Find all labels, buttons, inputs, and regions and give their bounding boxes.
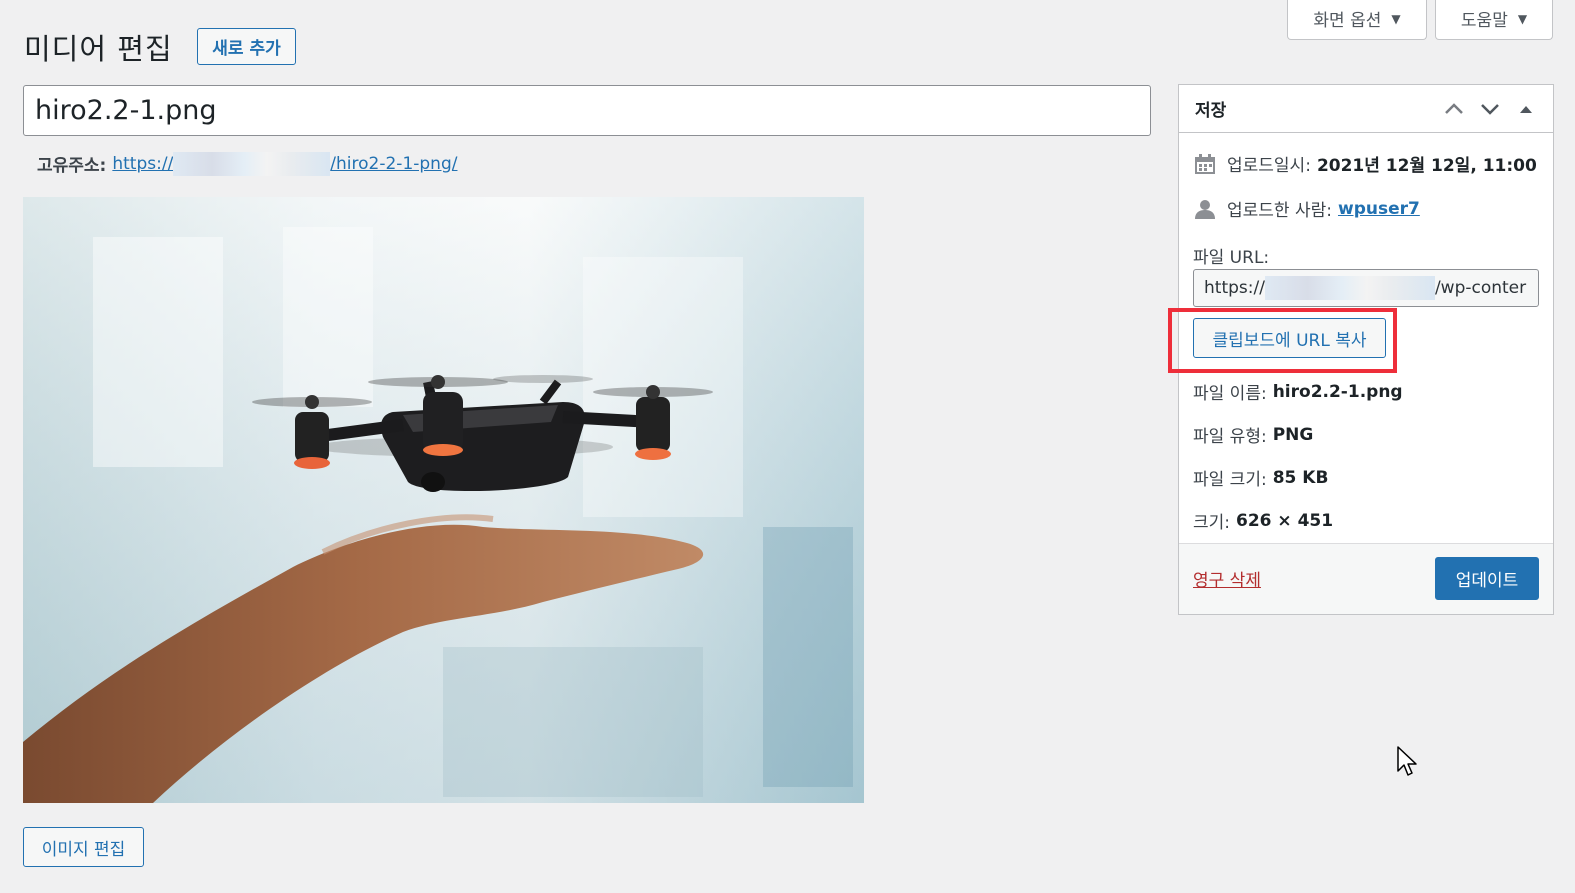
caret-down-icon: ▼ xyxy=(1391,11,1401,26)
file-url-label-text: 파일 URL: xyxy=(1193,248,1270,268)
file-type-row: 파일 유형: PNG xyxy=(1193,422,1314,448)
file-name-row: 파일 이름: hiro2.2-1.png xyxy=(1193,379,1403,405)
file-type-label: 파일 유형: xyxy=(1193,427,1267,447)
user-icon xyxy=(1193,197,1217,221)
file-size-label: 파일 크기: xyxy=(1193,470,1267,490)
file-url-label: 파일 URL: xyxy=(1193,243,1269,268)
dimensions-label: 크기: xyxy=(1193,513,1231,533)
caret-down-icon: ▼ xyxy=(1517,11,1528,26)
dimensions-value: 626 × 451 xyxy=(1236,510,1334,531)
media-image xyxy=(23,197,864,803)
file-url-field[interactable]: https://​ /wp-conter xyxy=(1193,269,1539,307)
mouse-cursor-icon xyxy=(1396,745,1418,781)
file-name-label: 파일 이름: xyxy=(1193,384,1267,404)
file-size-value: 85 KB xyxy=(1272,467,1329,488)
file-name-value: hiro2.2-1.png xyxy=(1272,381,1403,402)
chevron-up-icon[interactable] xyxy=(1443,98,1465,120)
uploaded-by-label: 업로드한 사람: xyxy=(1227,201,1332,221)
uploaded-on-label: 업로드일시: xyxy=(1227,156,1311,176)
permalink-link[interactable]: https:// /hiro2-2-1-png/ xyxy=(112,151,458,176)
permalink-link-end: /hiro2-2-1-png/ xyxy=(330,153,458,174)
highlight-box xyxy=(1168,308,1397,373)
title-input[interactable]: hiro2.2-1.png xyxy=(23,85,1151,136)
uploaded-on-row: 업로드일시: 2021년 12월 12일, 11:00 xyxy=(1193,151,1537,176)
edit-image-button[interactable]: 이미지 편집 xyxy=(23,827,144,867)
permalink: 고유주소: https:// /hiro2-2-1-png/ xyxy=(37,151,457,176)
uploaded-by-row: 업로드한 사람: wpuser7 xyxy=(1193,196,1420,221)
file-url-end: /wp-conter xyxy=(1434,278,1527,298)
delete-permanently-link[interactable]: 영구 삭제 xyxy=(1193,566,1261,591)
help-tab[interactable]: 도움말 ▼ xyxy=(1435,0,1553,40)
update-button[interactable]: 업데이트 xyxy=(1435,557,1539,600)
collapse-triangle-icon[interactable] xyxy=(1515,98,1537,120)
postbox-title: 저장 xyxy=(1195,101,1227,121)
screen-options-tab[interactable]: 화면 옵션 ▼ xyxy=(1287,0,1427,40)
page-title: 미디어 편집 xyxy=(24,32,173,66)
file-type-value: PNG xyxy=(1272,424,1314,445)
add-new-button[interactable]: 새로 추가 xyxy=(197,28,296,65)
uploaded-on-value: 2021년 12월 12일, 11:00 xyxy=(1316,156,1537,176)
dimensions-row: 크기: 626 × 451 xyxy=(1193,508,1334,534)
chevron-down-icon[interactable] xyxy=(1479,98,1501,120)
postbox-header: 저장 xyxy=(1179,85,1553,133)
redacted-blur xyxy=(173,151,331,176)
calendar-icon xyxy=(1193,152,1217,176)
permalink-link-start: https:// xyxy=(112,153,174,174)
permalink-label: 고유주소: xyxy=(37,156,107,176)
uploaded-by-link[interactable]: wpuser7 xyxy=(1338,199,1420,219)
redacted-blur xyxy=(1264,276,1435,300)
screen-options-label: 화면 옵션 xyxy=(1313,11,1382,31)
file-size-row: 파일 크기: 85 KB xyxy=(1193,465,1329,491)
file-url-start: https://​ xyxy=(1204,278,1265,298)
major-publishing-actions: 영구 삭제 업데이트 xyxy=(1179,543,1553,614)
help-label: 도움말 xyxy=(1460,11,1508,31)
